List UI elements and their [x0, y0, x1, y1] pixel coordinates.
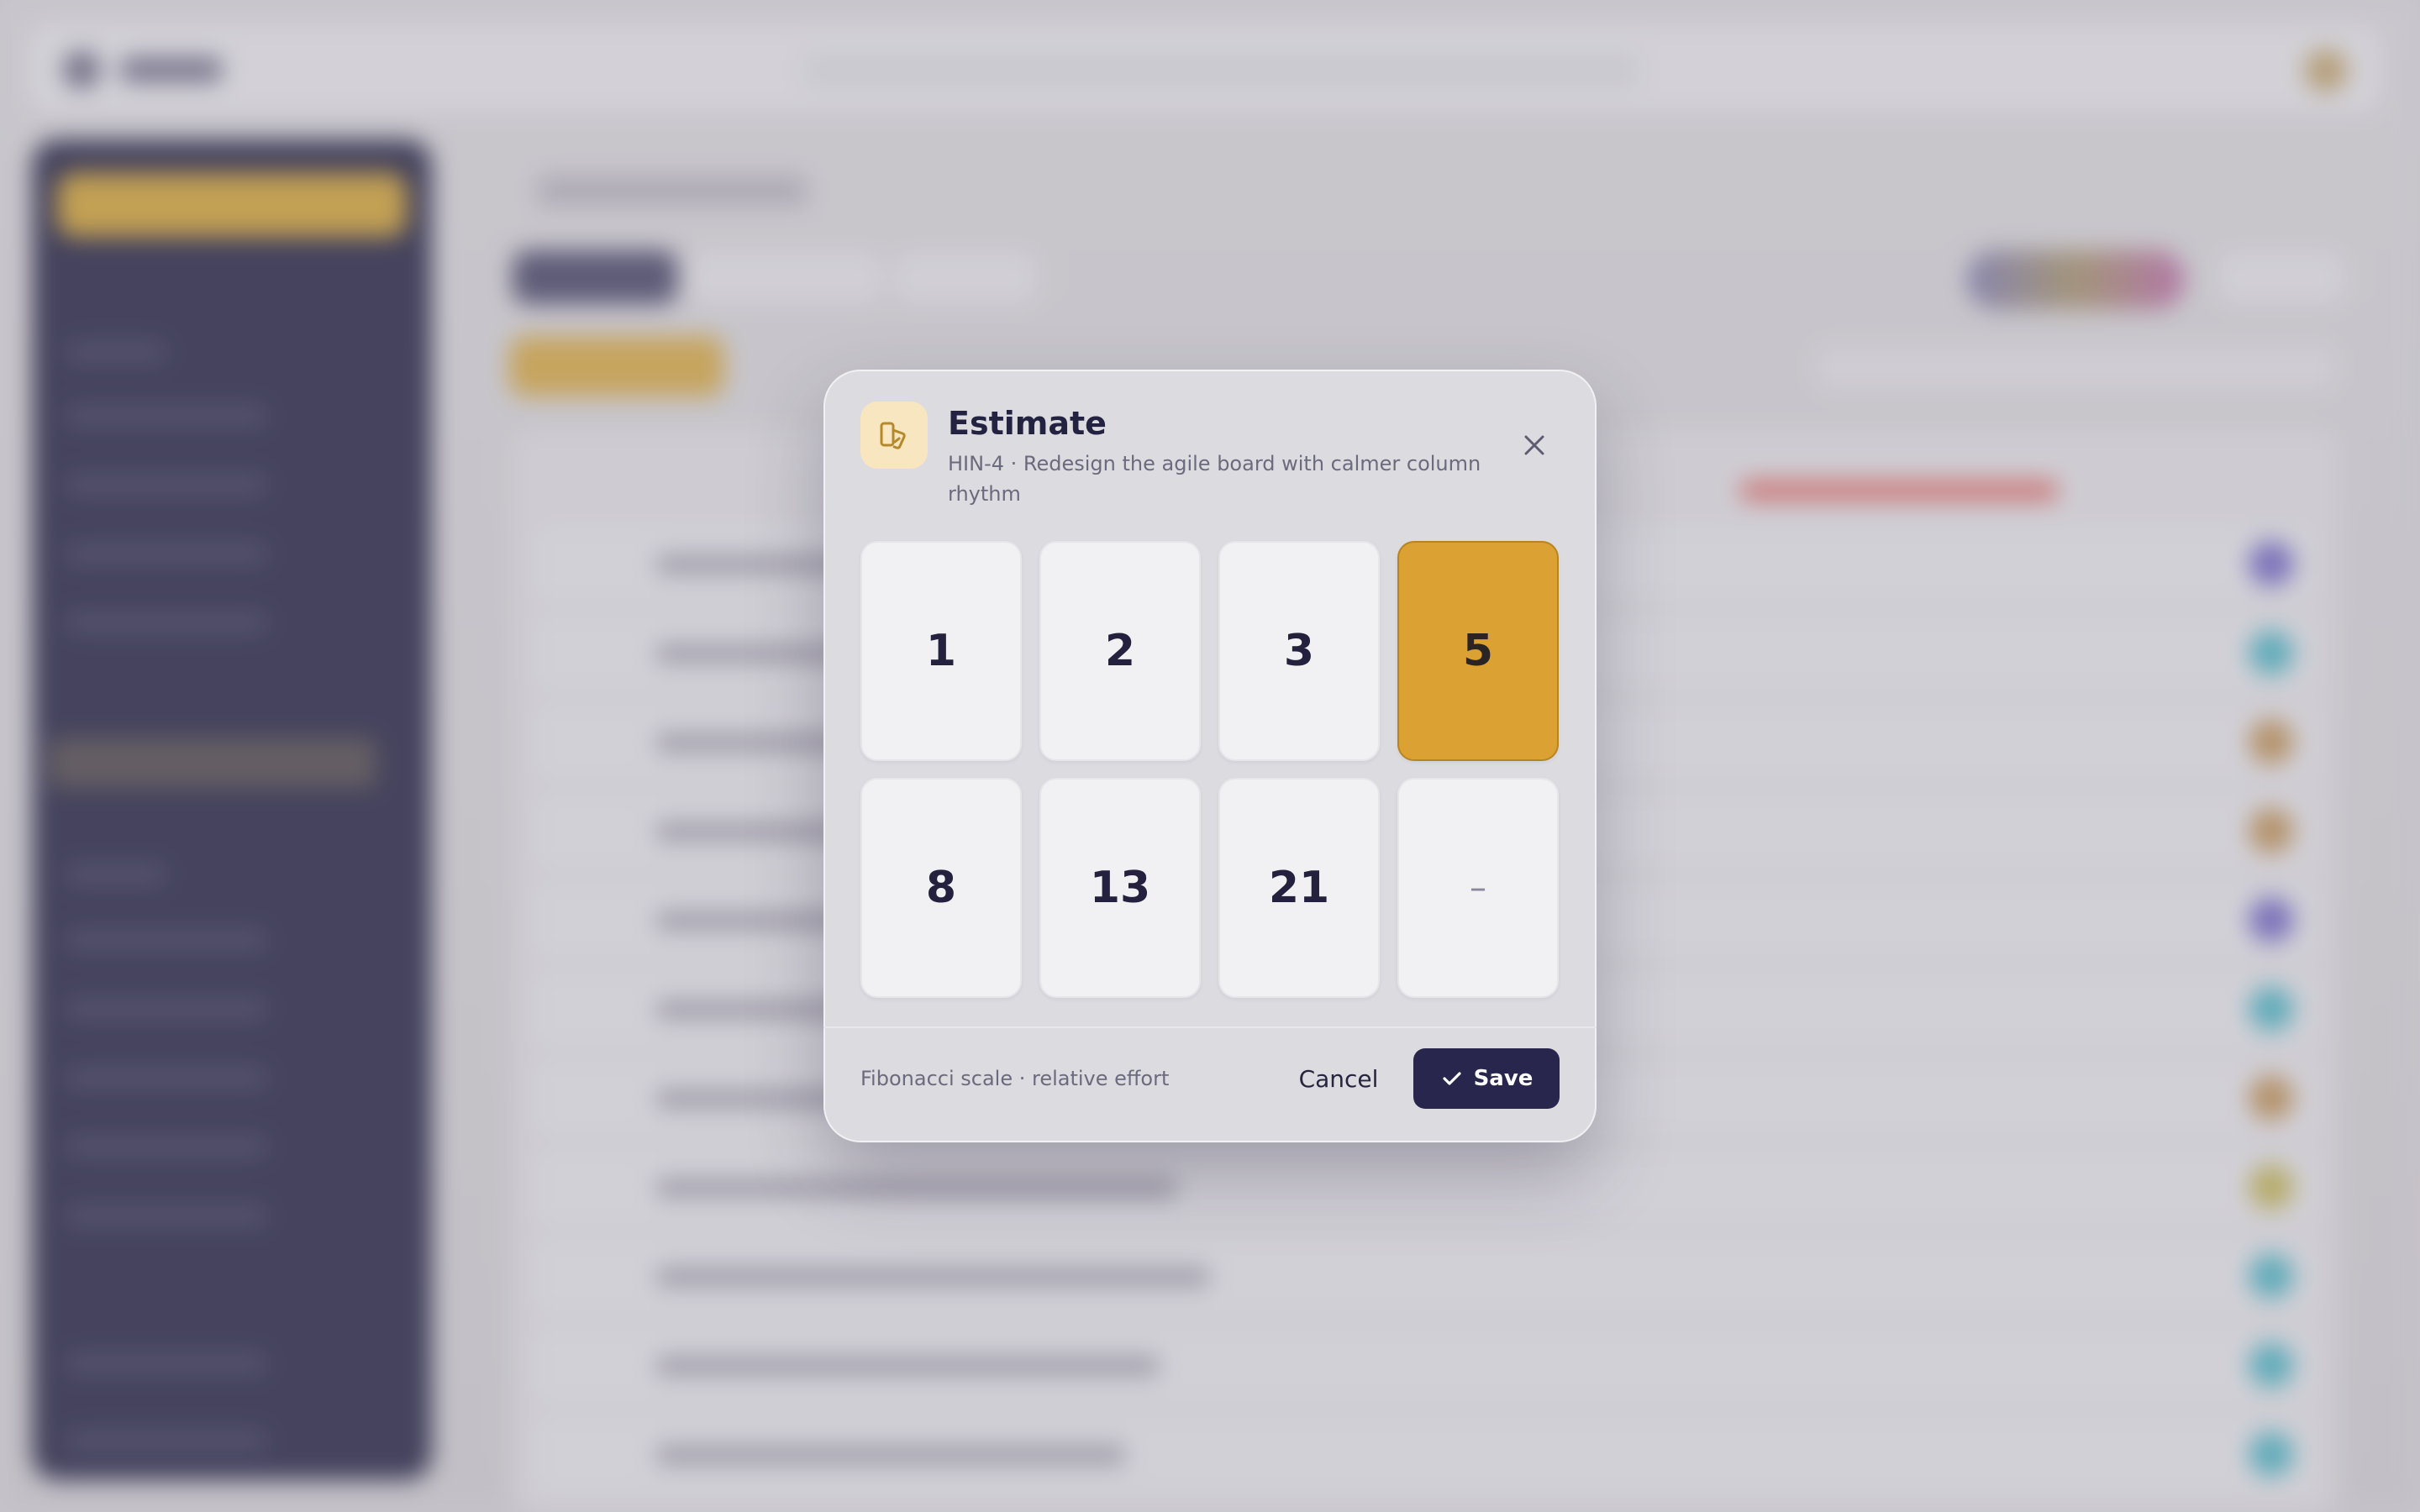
dialog-header: Estimate HIN-4 · Redesign the agile boar…: [860, 402, 1560, 528]
estimate-card-value: 13: [1089, 863, 1151, 913]
estimate-card-13[interactable]: 13: [1039, 778, 1201, 998]
estimate-card-5[interactable]: 5: [1397, 541, 1559, 761]
estimate-card-1[interactable]: 1: [860, 541, 1022, 761]
close-icon: [1524, 435, 1544, 455]
estimate-card-value: 8: [925, 863, 957, 913]
estimate-card-21[interactable]: 21: [1218, 778, 1380, 998]
cancel-button[interactable]: Cancel: [1292, 1048, 1385, 1109]
close-button[interactable]: [1509, 420, 1560, 470]
estimate-options: 1 2 3 5 8 13 21 –: [860, 541, 1559, 998]
estimate-card-2[interactable]: 2: [1039, 541, 1201, 761]
estimate-card-value: 5: [1462, 626, 1494, 676]
dialog-title: Estimate: [948, 405, 1107, 442]
estimate-dialog: Estimate HIN-4 · Redesign the agile boar…: [823, 370, 1597, 1142]
check-icon: [1442, 1072, 1461, 1085]
estimate-card-8[interactable]: 8: [860, 778, 1022, 998]
estimate-card-value: 2: [1104, 626, 1136, 676]
estimate-card-value: 21: [1268, 863, 1330, 913]
dialog-subtitle: HIN-4 · Redesign the agile board with ca…: [948, 452, 1481, 506]
save-button[interactable]: Save: [1413, 1048, 1560, 1109]
estimate-card-none[interactable]: –: [1397, 778, 1559, 998]
estimate-card-value: 1: [925, 626, 957, 676]
estimate-card-value: 3: [1283, 626, 1315, 676]
save-button-label: Save: [1473, 1066, 1534, 1091]
estimate-cards-icon: [860, 402, 928, 469]
estimate-card-3[interactable]: 3: [1218, 541, 1380, 761]
footer-divider: [823, 1026, 1597, 1028]
estimate-card-value: –: [1470, 869, 1486, 907]
scale-note: Fibonacci scale · relative effort: [860, 1067, 1170, 1090]
